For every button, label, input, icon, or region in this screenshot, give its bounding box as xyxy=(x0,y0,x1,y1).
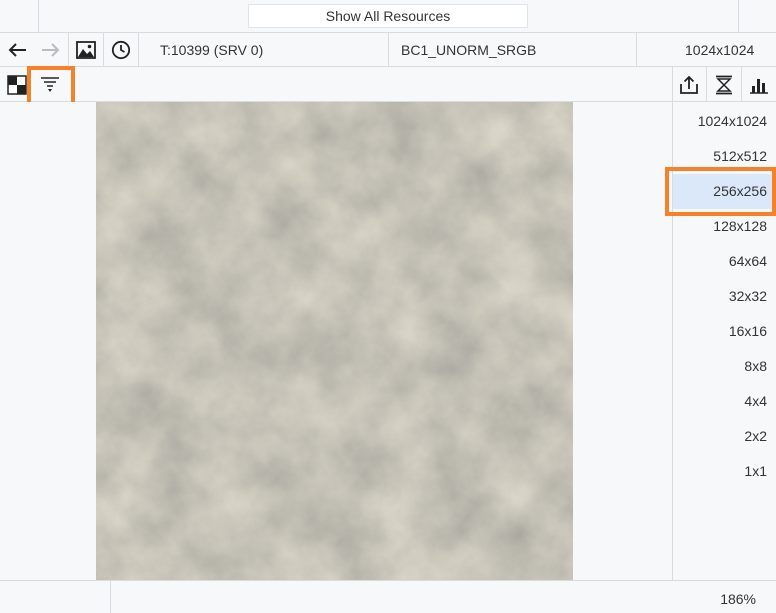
arrow-right-icon xyxy=(42,43,60,57)
histogram-icon xyxy=(750,78,768,94)
mip-item-512[interactable]: 512x512 xyxy=(673,139,776,174)
mip-item-8[interactable]: 8x8 xyxy=(673,349,776,384)
divider xyxy=(388,33,389,67)
forward-button[interactable] xyxy=(34,33,68,67)
mip-item-64[interactable]: 64x64 xyxy=(673,244,776,279)
histogram-button[interactable] xyxy=(742,67,776,102)
mip-item-1024[interactable]: 1024x1024 xyxy=(673,104,776,139)
view-toolbar xyxy=(0,66,776,110)
fit-button[interactable] xyxy=(707,67,741,102)
texture-image xyxy=(96,102,573,580)
texture-dimensions: 1024x1024 xyxy=(685,42,755,58)
mip-level-list: 1024x1024 512x512 256x256 128x128 64x64 … xyxy=(672,102,776,580)
divider xyxy=(38,0,39,33)
checkerboard-icon xyxy=(7,74,27,95)
divider xyxy=(138,33,139,67)
history-button[interactable] xyxy=(104,33,138,67)
mip-item-32[interactable]: 32x32 xyxy=(673,279,776,314)
fit-vertical-icon xyxy=(716,75,732,94)
mip-item-4[interactable]: 4x4 xyxy=(673,384,776,419)
texture-viewport[interactable] xyxy=(0,102,672,580)
mip-item-2[interactable]: 2x2 xyxy=(673,419,776,454)
view-image-button[interactable] xyxy=(69,33,103,67)
top-bar: Show All Resources xyxy=(0,0,776,33)
arrow-left-icon xyxy=(8,43,26,57)
filter-button[interactable] xyxy=(33,67,67,102)
mip-item-128[interactable]: 128x128 xyxy=(673,209,776,244)
status-bar: 186% xyxy=(0,580,776,613)
mip-item-1[interactable]: 1x1 xyxy=(673,454,776,489)
show-all-resources-button[interactable]: Show All Resources xyxy=(248,4,528,28)
mip-item-16[interactable]: 16x16 xyxy=(673,314,776,349)
export-button[interactable] xyxy=(672,67,706,102)
divider xyxy=(636,33,637,67)
image-icon xyxy=(76,41,96,59)
mip-item-256[interactable]: 256x256 xyxy=(673,174,776,209)
export-icon xyxy=(680,75,698,94)
texture-id: T:10399 (SRV 0) xyxy=(160,42,264,58)
divider xyxy=(110,581,111,613)
back-button[interactable] xyxy=(0,33,34,67)
zoom-level: 186% xyxy=(720,591,756,607)
filter-icon xyxy=(41,76,59,92)
checkerboard-toggle[interactable] xyxy=(0,67,34,102)
texture-format: BC1_UNORM_SRGB xyxy=(401,42,537,58)
divider xyxy=(738,0,739,33)
stone-texture xyxy=(96,102,573,580)
texture-info-bar: T:10399 (SRV 0) BC1_UNORM_SRGB 1024x1024 xyxy=(0,33,776,67)
clock-icon xyxy=(111,40,131,60)
